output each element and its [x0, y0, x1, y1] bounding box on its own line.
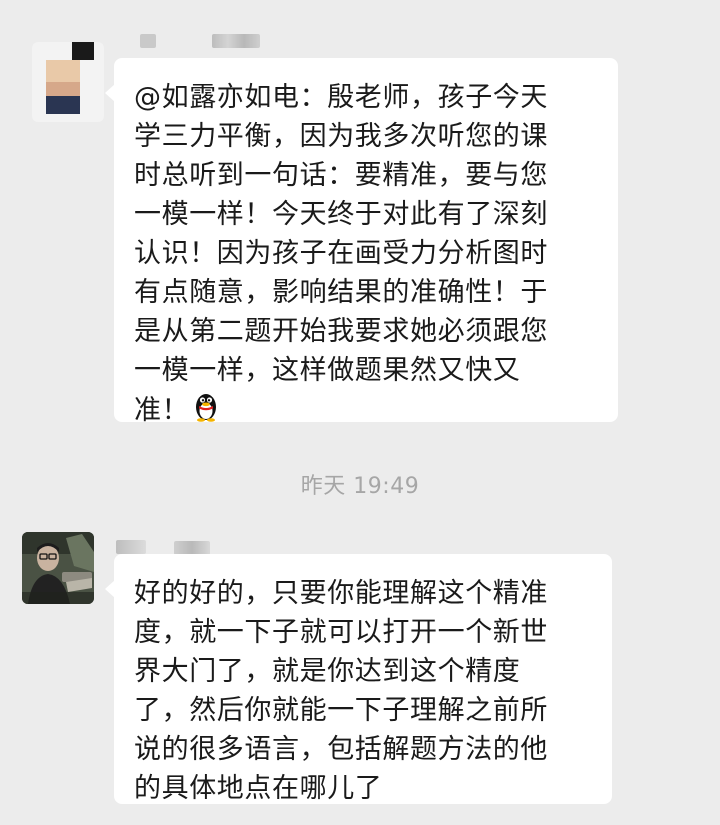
- sender-nickname-blurred-2: [212, 34, 260, 48]
- sender-nickname-blurred-3: [116, 540, 146, 554]
- message-1-line-4: 一模一样！今天终于对此有了深刻: [134, 199, 548, 230]
- message-1-line-5: 认识！因为孩子在画受力分析图时: [134, 238, 548, 269]
- message-1-line-7: 是从第二题开始我要求她必须跟您: [134, 316, 548, 347]
- sender-nickname-blurred-4: [174, 541, 210, 555]
- message-2-line-2: 度，就一下子就可以打开一个新世: [134, 617, 548, 648]
- message-2-line-3: 界大门了，就是你达到这个精度: [134, 656, 521, 687]
- avatar-photo-image: [22, 532, 94, 604]
- message-1-line-9: 准！: [134, 390, 596, 433]
- sender-avatar-pixelated[interactable]: [32, 42, 104, 122]
- sender-nickname-blurred: [140, 34, 156, 48]
- message-bubble-2[interactable]: 好的好的，只要你能理解这个精准 度，就一下子就可以打开一个新世 界大门了，就是你…: [105, 554, 612, 804]
- message-1-line-6: 有点随意，影响结果的准确性！于: [134, 277, 548, 308]
- message-1-line-8: 一模一样，这样做题果然又快又: [134, 355, 521, 386]
- qq-penguin-icon: [193, 390, 219, 433]
- message-1-line-3: 时总听到一句话：要精准，要与您: [134, 160, 548, 191]
- message-bubble-1[interactable]: @如露亦如电：殷老师，孩子今天 学三力平衡，因为我多次听您的课 时总听到一句话：…: [105, 58, 618, 426]
- message-2-line-5: 说的很多语言，包括解题方法的他: [134, 734, 548, 765]
- message-2-line-6: 的具体地点在哪儿了: [134, 773, 383, 804]
- message-1-line-1: @如露亦如电：殷老师，孩子今天: [134, 82, 548, 113]
- message-2-line-4: 了，然后你就能一下子理解之前所: [134, 695, 548, 726]
- sender-avatar-photo[interactable]: [22, 532, 94, 604]
- message-1-line-2: 学三力平衡，因为我多次听您的课: [134, 121, 548, 152]
- message-1-line-9-text: 准！: [134, 395, 190, 426]
- chat-timestamp: 昨天 19:49: [300, 474, 420, 499]
- message-2-line-1: 好的好的，只要你能理解这个精准: [134, 578, 548, 609]
